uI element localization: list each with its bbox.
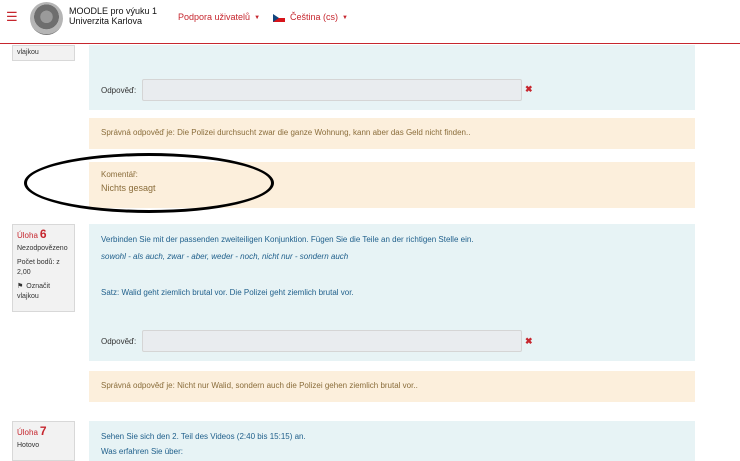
site-name[interactable]: MOODLE pro výuku 1 Univerzita Karlova [69, 6, 157, 26]
question-instruction: Sehen Sie sich den 2. Teil des Videos (2… [101, 432, 306, 441]
question-points: Počet bodů: z 2,00 [17, 259, 60, 276]
correct-answer-text: Správná odpověď je: Nicht nur Walid, son… [101, 381, 418, 390]
question-instruction: Verbinden Sie mit der passenden zweiteil… [101, 235, 474, 244]
answer-field[interactable] [142, 79, 522, 101]
question-number: 7 [39, 424, 47, 438]
correct-answer-text: Správná odpověď je: Die Polizei durchsuc… [101, 128, 471, 137]
flag-question-link[interactable]: vlajkou [17, 49, 39, 56]
question-title: Úloha 7 [17, 424, 47, 438]
annotation-ellipse [24, 153, 274, 213]
conjunction-list: sowohl - als auch, zwar - aber, weder - … [101, 252, 349, 261]
q6-info-box: Úloha 6 Nezodpovězeno Počet bodů: z 2,00… [12, 224, 75, 312]
question-title: Úloha 6 [17, 227, 47, 241]
q6-correct-answer-box: Správná odpověď je: Nicht nur Walid, son… [89, 371, 695, 402]
flag-icon: ⚑ [17, 283, 24, 290]
answer-field[interactable] [142, 330, 522, 352]
incorrect-icon: ✖ [525, 84, 533, 94]
top-navbar: ☰ MOODLE pro výuku 1 Univerzita Karlova … [0, 0, 740, 44]
language-menu[interactable]: Čeština (cs) ▼ [273, 12, 348, 22]
menu-icon[interactable]: ☰ [6, 10, 18, 23]
question-prompt: Was erfahren Sie über: [101, 447, 183, 456]
caret-down-icon: ▼ [342, 14, 348, 21]
university-logo[interactable] [30, 2, 63, 35]
support-menu[interactable]: Podpora uživatelů ▼ [178, 12, 260, 22]
answer-label: Odpověď: [101, 337, 137, 346]
answer-label: Odpověď: [101, 86, 137, 95]
q5-info-box: vlajkou [12, 45, 75, 61]
question-status: Nezodpovězeno [17, 245, 68, 252]
flag-question-link[interactable]: ⚑ Označit vlajkou [17, 282, 70, 302]
question-number: 6 [39, 227, 47, 241]
question-sentence: Satz: Walid geht ziemlich brutal vor. Di… [101, 288, 354, 297]
czech-flag-icon [273, 13, 285, 22]
incorrect-icon: ✖ [525, 336, 533, 346]
caret-down-icon: ▼ [254, 14, 261, 21]
q7-info-box: Úloha 7 Hotovo [12, 421, 75, 461]
question-status: Hotovo [17, 442, 40, 449]
q5-correct-answer-box: Správná odpověď je: Die Polizei durchsuc… [89, 118, 695, 149]
